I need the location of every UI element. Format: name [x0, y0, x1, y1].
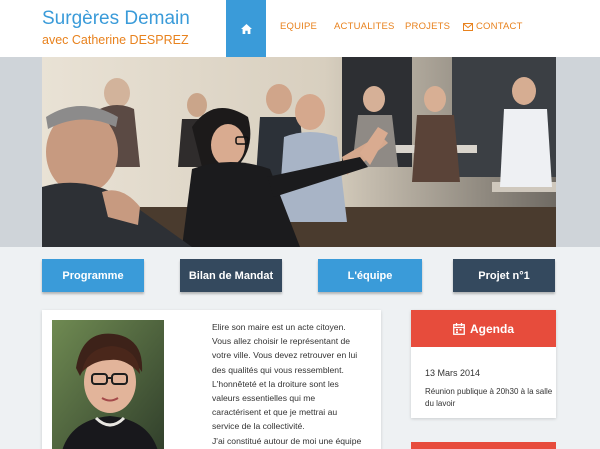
intro-line: service de la collectivité. [212, 421, 305, 432]
home-icon [240, 23, 252, 34]
intro-card: Elire son maire est un acte citoyen. Vou… [42, 310, 381, 449]
programme-button[interactable]: Programme [42, 259, 144, 292]
intro-text: Elire son maire est un acte citoyen. Vou… [212, 320, 378, 448]
nav-home-button[interactable] [226, 0, 266, 57]
intro-line: Vous allez choisir le représentant de [212, 336, 351, 347]
intro-line: votre ville. Vous devez retrouver en lui [212, 350, 358, 361]
equipe-button[interactable]: L'équipe [318, 259, 422, 292]
banner-area [0, 57, 600, 247]
nav-item-actualites[interactable]: ACTUALITES [334, 21, 395, 32]
nav-item-projets[interactable]: PROJETS [405, 21, 450, 32]
intro-line: J'ai constitué autour de moi une équipe [212, 435, 362, 446]
intro-line: caractérisent et que je mettrai au [212, 407, 338, 418]
calendar-icon [453, 322, 465, 335]
site-title[interactable]: Surgères Demain [42, 8, 190, 30]
meeting-photo [42, 57, 556, 247]
intro-line: des qualités qui vous ressemblent. [212, 364, 344, 375]
next-widget-header [411, 442, 556, 449]
intro-line: valeurs essentielles qui me [212, 393, 316, 404]
site-header: Surgères Demain avec Catherine DESPREZ E… [0, 0, 600, 57]
candidate-portrait [52, 320, 164, 449]
intro-line: Elire son maire est un acte citoyen. [212, 322, 346, 332]
intro-line: L'honnêteté et la droiture sont les [212, 378, 339, 389]
agenda-event-date: 13 Mars 2014 [425, 368, 481, 378]
nav-item-equipe[interactable]: EQUIPE [280, 21, 317, 32]
agenda-widget: Agenda 13 Mars 2014 Réunion publique à 2… [411, 310, 556, 418]
projet-1-button[interactable]: Projet n°1 [453, 259, 555, 292]
agenda-title: Agenda [469, 321, 514, 336]
site-subtitle: avec Catherine DESPREZ [42, 33, 189, 47]
envelope-icon [463, 22, 473, 31]
agenda-event-description[interactable]: Réunion publique à 20h30 à la salle du l… [425, 386, 553, 410]
bilan-de-mandat-button[interactable]: Bilan de Mandat [180, 259, 282, 292]
nav-contact-label: CONTACT [476, 21, 523, 32]
agenda-header[interactable]: Agenda [411, 310, 556, 347]
nav-item-contact[interactable]: CONTACT [463, 21, 523, 32]
